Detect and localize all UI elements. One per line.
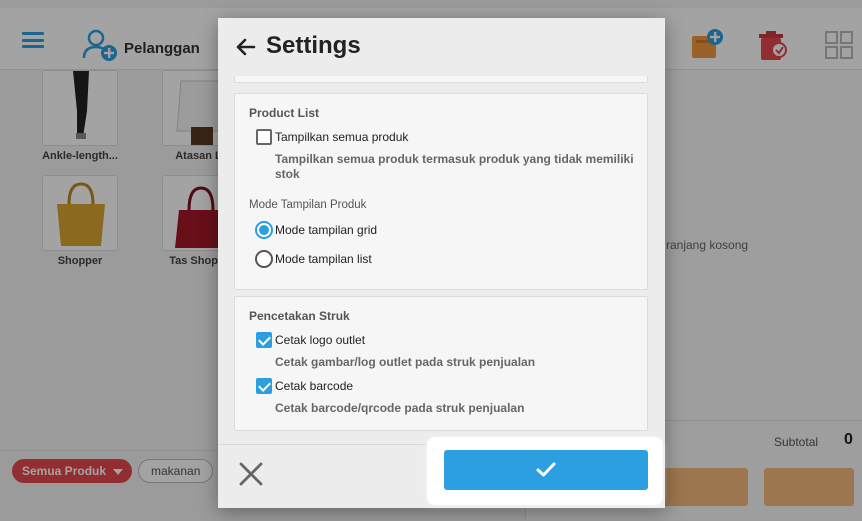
settings-card-previous [234, 76, 648, 83]
confirm-button[interactable] [444, 450, 648, 490]
confirm-button-highlight [427, 437, 663, 505]
print-logo-description: Cetak gambar/log outlet pada struk penju… [275, 355, 536, 369]
dialog-footer [218, 437, 665, 508]
grid-mode-label[interactable]: Mode tampilan grid [275, 223, 377, 237]
print-barcode-label[interactable]: Cetak barcode [275, 379, 353, 393]
section-subtitle-display-mode: Mode Tampilan Produk [249, 199, 367, 211]
show-all-products-label[interactable]: Tampilkan semua produk [275, 130, 408, 144]
settings-scroll-area[interactable]: Product List Tampilkan semua produk Tamp… [218, 76, 665, 444]
print-barcode-checkbox[interactable] [256, 378, 272, 394]
print-logo-checkbox[interactable] [256, 332, 272, 348]
back-arrow-icon[interactable] [234, 35, 258, 59]
dialog-title: Settings [266, 32, 361, 59]
close-icon[interactable] [236, 459, 266, 489]
list-mode-label[interactable]: Mode tampilan list [275, 252, 372, 266]
show-all-products-checkbox[interactable] [256, 129, 272, 145]
settings-card-receipt-printing: Pencetakan Struk Cetak logo outlet Cetak… [234, 296, 648, 431]
settings-dialog: Settings Product List Tampilkan semua pr… [218, 18, 665, 508]
print-barcode-description: Cetak barcode/qrcode pada struk penjuala… [275, 401, 525, 415]
print-logo-label[interactable]: Cetak logo outlet [275, 333, 365, 347]
section-title-product-list: Product List [249, 106, 320, 120]
grid-mode-radio[interactable] [255, 221, 273, 239]
checkmark-icon [536, 462, 556, 477]
settings-card-product-list: Product List Tampilkan semua produk Tamp… [234, 93, 648, 290]
list-mode-radio[interactable] [255, 250, 273, 268]
show-all-products-description: Tampilkan semua produk termasuk produk y… [275, 152, 634, 181]
dialog-header: Settings [218, 18, 665, 76]
section-title-receipt-printing: Pencetakan Struk [249, 309, 350, 323]
